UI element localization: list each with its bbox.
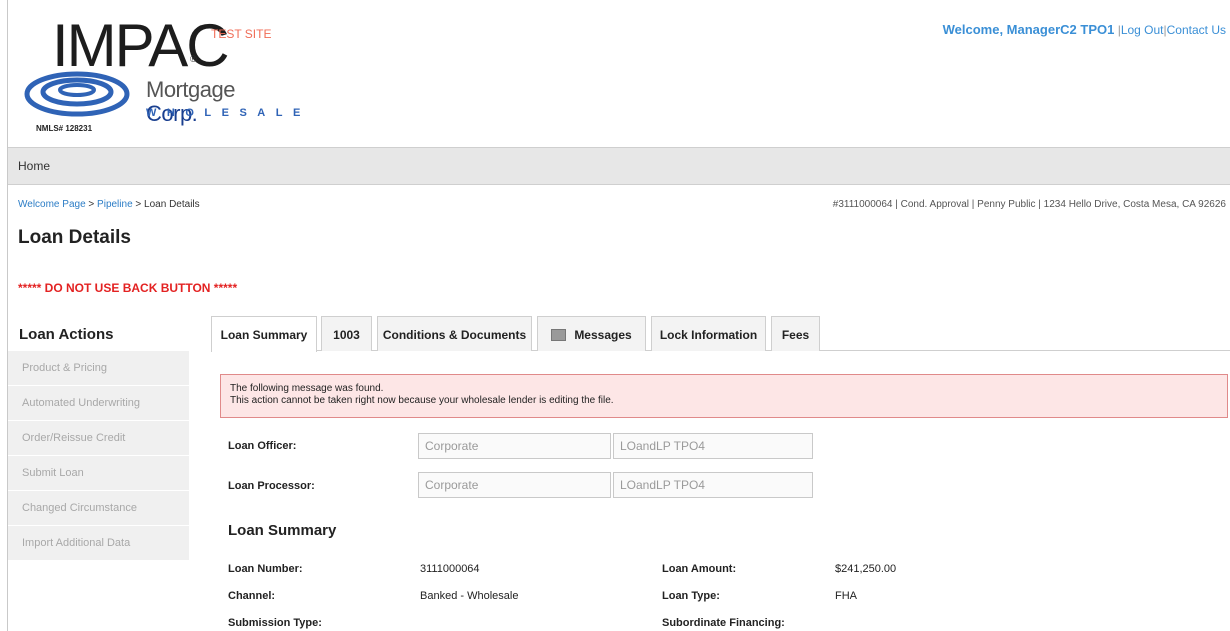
- logo-registered-mark: ®: [190, 54, 197, 64]
- channel-value: Banked - Wholesale: [420, 590, 519, 602]
- loan-officer-label: Loan Officer:: [228, 440, 297, 452]
- breadcrumb: Welcome Page > Pipeline > Loan Details: [18, 199, 200, 210]
- sidebar-title: Loan Actions: [19, 326, 114, 343]
- tab-label: Messages: [574, 328, 632, 342]
- sidebar-item-order-reissue-credit[interactable]: Order/Reissue Credit: [8, 420, 189, 455]
- loan-summary-heading: Loan Summary: [228, 522, 337, 539]
- page-title: Loan Details: [18, 227, 131, 248]
- tab-label: Loan Summary: [220, 328, 308, 342]
- loan-amount-label: Loan Amount:: [662, 563, 737, 575]
- error-alert: The following message was found. This ac…: [220, 374, 1228, 418]
- welcome-message: Welcome, ManagerC2 TPO1: [942, 22, 1115, 37]
- logo-wholesale-text: WHOLESALE: [146, 107, 311, 119]
- main-nav-bar: Home: [8, 147, 1230, 185]
- loan-officer-name-field[interactable]: LOandLP TPO4: [613, 433, 813, 459]
- breadcrumb-current: Loan Details: [144, 199, 200, 210]
- breadcrumb-welcome-page[interactable]: Welcome Page: [18, 199, 86, 210]
- tab-label: Lock Information: [659, 328, 758, 342]
- tab-label: Conditions & Documents: [382, 328, 527, 342]
- loan-processor-name-field[interactable]: LOandLP TPO4: [613, 472, 813, 498]
- tab-loan-summary[interactable]: Loan Summary: [211, 316, 317, 352]
- logo-brand-text: IMPAC: [52, 12, 230, 79]
- sidebar-item-import-additional-data[interactable]: Import Additional Data: [8, 525, 189, 560]
- loan-type-label: Loan Type:: [662, 590, 720, 602]
- channel-label: Channel:: [228, 590, 276, 602]
- tab-label: 1003: [333, 328, 360, 342]
- breadcrumb-pipeline[interactable]: Pipeline: [97, 199, 133, 210]
- breadcrumb-separator: >: [85, 199, 98, 210]
- tab-label: Fees: [781, 328, 810, 342]
- loan-number-label: Loan Number:: [228, 563, 303, 575]
- alert-line: This action cannot be taken right now be…: [230, 395, 614, 406]
- user-links: Welcome, ManagerC2 TPO1 |Log Out|Contact…: [943, 22, 1226, 37]
- loan-processor-company-field[interactable]: Corporate: [418, 472, 611, 498]
- sidebar-item-submit-loan[interactable]: Submit Loan: [8, 455, 189, 490]
- logo-nmls-number: NMLS# 128231: [36, 124, 93, 133]
- tab-1003[interactable]: 1003: [321, 316, 372, 351]
- loan-amount-value: $241,250.00: [835, 563, 897, 575]
- envelope-icon: [551, 329, 567, 341]
- tab-fees[interactable]: Fees: [771, 316, 820, 351]
- loan-header-info: #3111000064 | Cond. Approval | Penny Pub…: [832, 199, 1226, 210]
- tab-messages[interactable]: Messages: [537, 316, 646, 351]
- nav-home-link[interactable]: Home: [18, 159, 50, 173]
- submission-type-label: Submission Type:: [228, 617, 322, 629]
- sidebar-item-changed-circumstance[interactable]: Changed Circumstance: [8, 490, 189, 525]
- sidebar-item-product-pricing[interactable]: Product & Pricing: [8, 350, 189, 385]
- loan-officer-company-field[interactable]: Corporate: [418, 433, 611, 459]
- logout-link[interactable]: Log Out: [1121, 23, 1164, 37]
- alert-line: The following message was found.: [230, 383, 384, 394]
- loan-number-value: 3111000064: [420, 563, 480, 575]
- breadcrumb-separator: >: [132, 199, 145, 210]
- loan-processor-label: Loan Processor:: [228, 480, 315, 492]
- site-header: IMPAC ® Mortgage Corp. WHOLESALE NMLS# 1…: [8, 0, 1230, 147]
- loan-type-value: FHA: [835, 590, 857, 602]
- tab-lock-information[interactable]: Lock Information: [651, 316, 766, 351]
- subordinate-financing-label: Subordinate Financing:: [662, 617, 785, 629]
- test-site-label: TEST SITE: [211, 27, 272, 41]
- sidebar-item-automated-underwriting[interactable]: Automated Underwriting: [8, 385, 189, 420]
- logo-mortgage-text: Mortgage: [146, 77, 235, 102]
- tab-conditions-documents[interactable]: Conditions & Documents: [377, 316, 532, 351]
- loan-tabs: Loan Summary 1003 Conditions & Documents…: [211, 316, 1230, 352]
- loan-actions-sidebar: Loan Actions Product & Pricing Automated…: [8, 316, 189, 560]
- contact-us-link[interactable]: Contact Us: [1167, 23, 1226, 37]
- back-button-warning: ***** DO NOT USE BACK BUTTON *****: [18, 281, 238, 295]
